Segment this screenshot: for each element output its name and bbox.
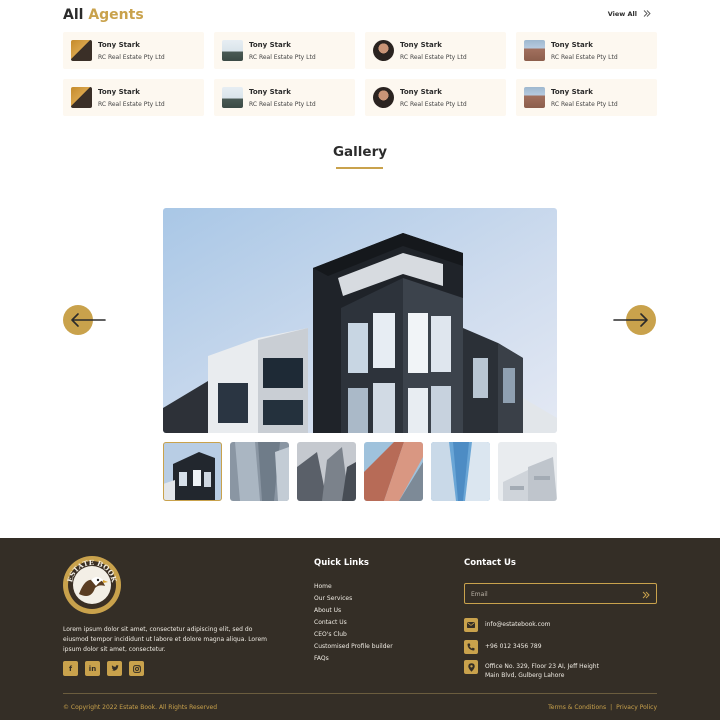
contact-email[interactable]: info@estatebook.com: [485, 618, 551, 629]
agent-company: RC Real Estate Pty Ltd: [400, 53, 467, 61]
agent-name: Tony Stark: [249, 87, 291, 96]
quick-link-profile-builder[interactable]: Customised Profile builder: [314, 643, 393, 650]
arrow-left-icon: [71, 313, 106, 327]
quick-link-ceos-club[interactable]: CEO's Club: [314, 631, 393, 638]
newsletter-form: [464, 583, 657, 604]
agent-company: RC Real Estate Pty Ltd: [249, 100, 316, 108]
gallery-thumbnail[interactable]: [364, 442, 423, 501]
agent-name: Tony Stark: [98, 87, 140, 96]
agent-company: RC Real Estate Pty Ltd: [249, 53, 316, 61]
gallery-thumbnail[interactable]: [431, 442, 490, 501]
agent-card[interactable]: Tony Stark RC Real Estate Pty Ltd: [214, 32, 355, 69]
legal-links: Terms & Conditions | Privacy Policy: [548, 704, 657, 711]
avatar: [71, 87, 92, 108]
privacy-link[interactable]: Privacy Policy: [616, 704, 657, 711]
gallery-prev-button[interactable]: [63, 305, 106, 335]
agent-name: Tony Stark: [249, 40, 291, 49]
gallery-thumbnail[interactable]: [297, 442, 356, 501]
agent-name: Tony Stark: [400, 87, 442, 96]
twitter-icon[interactable]: [107, 661, 122, 676]
quick-links-list: Home Our Services About Us Contact Us CE…: [314, 583, 393, 662]
terms-link[interactable]: Terms & Conditions: [548, 704, 606, 711]
social-links: f in: [63, 661, 144, 676]
double-chevron-right-icon: [643, 10, 651, 18]
gallery-thumbnail[interactable]: [163, 442, 222, 501]
agents-title-main: All: [63, 7, 84, 23]
agents-header: All Agents View All: [63, 6, 657, 26]
footer-description: Lorem ipsum dolor sit amet, consectetur …: [63, 626, 267, 653]
quick-link-about-us[interactable]: About Us: [314, 607, 393, 614]
view-all-link[interactable]: View All: [608, 10, 651, 18]
gallery-title: Gallery: [332, 144, 388, 160]
footer: ESTATE BOOK Lorem ipsum dolor sit amet, …: [0, 538, 720, 720]
agents-title: All Agents: [63, 6, 657, 24]
avatar: [524, 40, 545, 61]
contact-phone-row: +96 012 3456 789: [464, 640, 542, 654]
agent-name: Tony Stark: [98, 40, 140, 49]
estate-book-logo[interactable]: ESTATE BOOK: [63, 556, 121, 614]
phone-icon: [464, 640, 478, 654]
agent-company: RC Real Estate Pty Ltd: [551, 100, 618, 108]
email-submit-button[interactable]: [642, 586, 650, 602]
contact-address-row: Office No. 329, Floor 23 AI, Jeff Height…: [464, 660, 599, 680]
agent-card[interactable]: Tony Stark RC Real Estate Pty Ltd: [516, 32, 657, 69]
quick-link-our-services[interactable]: Our Services: [314, 595, 393, 602]
agent-company: RC Real Estate Pty Ltd: [98, 53, 165, 61]
gallery-main-image: [163, 208, 557, 433]
view-all-label: View All: [607, 10, 637, 18]
contact-us-title: Contact Us: [464, 558, 516, 568]
contact-phone[interactable]: +96 012 3456 789: [485, 640, 542, 651]
agent-card[interactable]: Tony Stark RC Real Estate Pty Ltd: [63, 32, 204, 69]
quick-link-faqs[interactable]: FAQs: [314, 655, 393, 662]
quick-links-title: Quick Links: [314, 558, 369, 568]
location-pin-icon: [464, 660, 478, 674]
avatar: [222, 87, 243, 108]
agent-name: Tony Stark: [551, 87, 593, 96]
agent-name: Tony Stark: [551, 40, 593, 49]
agent-company: RC Real Estate Pty Ltd: [400, 100, 467, 108]
quick-link-contact-us[interactable]: Contact Us: [314, 619, 393, 626]
contact-email-row: info@estatebook.com: [464, 618, 551, 632]
agent-card[interactable]: Tony Stark RC Real Estate Pty Ltd: [516, 79, 657, 116]
gallery-title-underline: [336, 167, 383, 169]
address-line-2: Main Blvd, Gulberg Lahore: [485, 672, 565, 679]
agent-company: RC Real Estate Pty Ltd: [98, 100, 165, 108]
instagram-icon[interactable]: [129, 661, 144, 676]
agent-grid: Tony Stark RC Real Estate Pty Ltd Tony S…: [63, 32, 657, 116]
avatar: [373, 87, 394, 108]
agent-card[interactable]: Tony Stark RC Real Estate Pty Ltd: [214, 79, 355, 116]
agent-card[interactable]: Tony Stark RC Real Estate Pty Ltd: [63, 79, 204, 116]
avatar: [222, 40, 243, 61]
gallery-thumbnail[interactable]: [498, 442, 557, 501]
agent-company: RC Real Estate Pty Ltd: [551, 53, 618, 61]
facebook-icon[interactable]: f: [63, 661, 78, 676]
linkedin-icon[interactable]: in: [85, 661, 100, 676]
gallery-thumbnail[interactable]: [230, 442, 289, 501]
avatar: [524, 87, 545, 108]
quick-link-home[interactable]: Home: [314, 583, 393, 590]
avatar: [373, 40, 394, 61]
gallery-next-button[interactable]: [613, 305, 656, 335]
contact-address: Office No. 329, Floor 23 AI, Jeff Height…: [485, 660, 599, 680]
agents-title-accent: Agents: [88, 7, 144, 23]
email-field[interactable]: [471, 588, 631, 600]
mail-icon: [464, 618, 478, 632]
agent-card[interactable]: Tony Stark RC Real Estate Pty Ltd: [365, 79, 506, 116]
arrow-right-icon: [613, 313, 648, 327]
footer-divider: [63, 693, 657, 694]
copyright-text: © Copyright 2022 Estate Book. All Rights…: [63, 704, 218, 711]
address-line-1: Office No. 329, Floor 23 AI, Jeff Height: [485, 663, 599, 670]
avatar: [71, 40, 92, 61]
agent-card[interactable]: Tony Stark RC Real Estate Pty Ltd: [365, 32, 506, 69]
double-chevron-right-icon: [642, 591, 650, 599]
gallery-thumbnails: [163, 442, 557, 501]
agent-name: Tony Stark: [400, 40, 442, 49]
legal-separator: |: [610, 704, 613, 711]
